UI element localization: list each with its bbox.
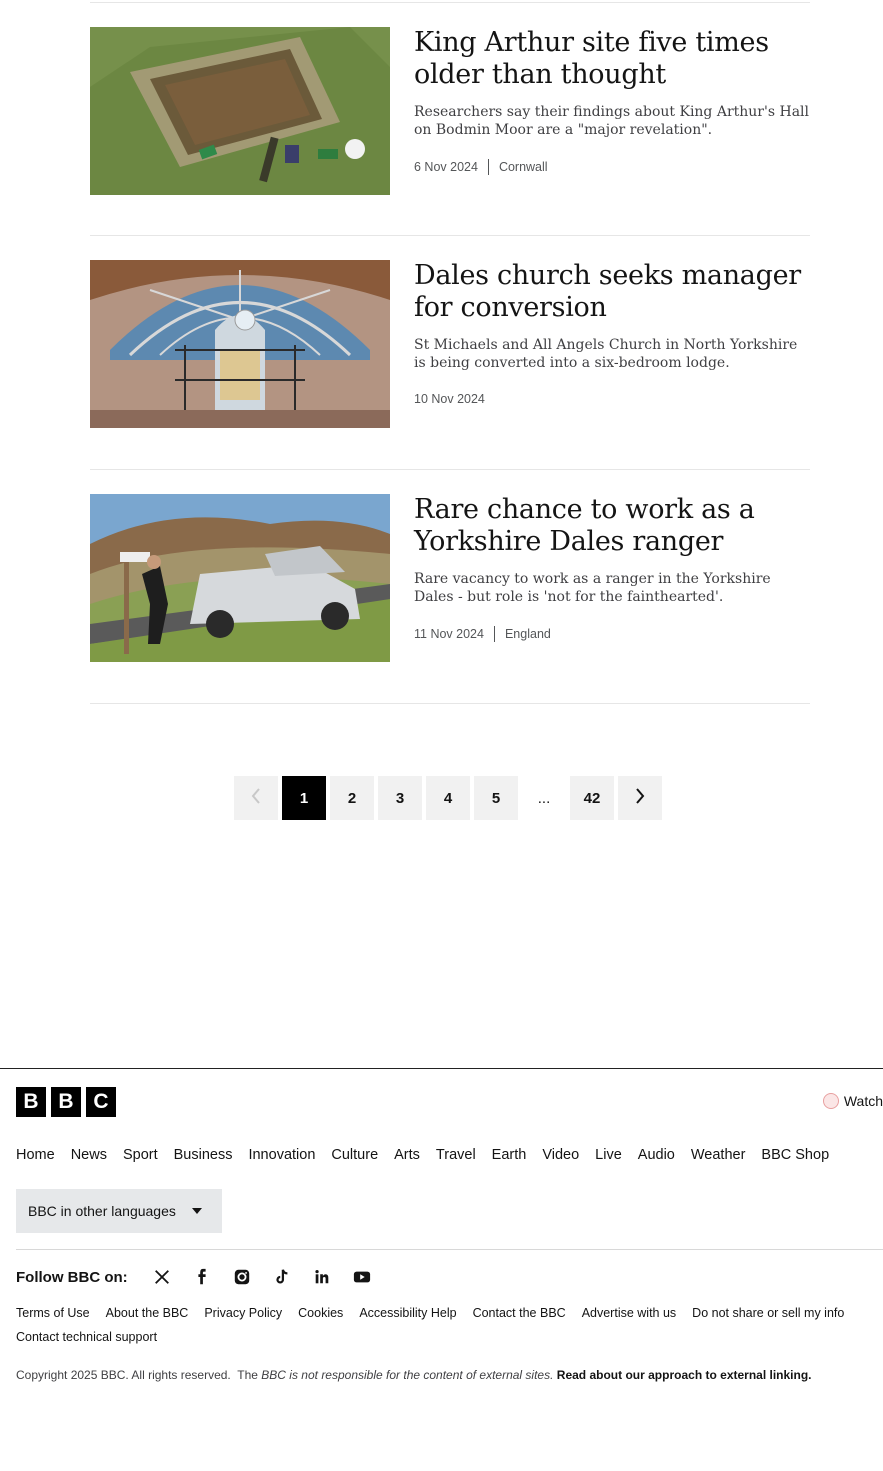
article-headline[interactable]: King Arthur site five times older than t… <box>414 27 810 91</box>
footer-nav-sport[interactable]: Sport <box>123 1147 158 1163</box>
follow-bbc: Follow BBC on: <box>16 1267 372 1287</box>
article-date: 6 Nov 2024 <box>414 160 478 174</box>
legal-link-accessibility[interactable]: Accessibility Help <box>359 1306 456 1320</box>
divider <box>90 469 810 470</box>
copyright-line: Copyright 2025 BBC. All rights reserved.… <box>16 1368 812 1382</box>
footer-nav-audio[interactable]: Audio <box>638 1147 675 1163</box>
next-page-button[interactable] <box>618 776 662 820</box>
external-note: is not responsible for the content of ex… <box>289 1368 554 1382</box>
article-tag[interactable]: England <box>505 627 551 641</box>
logo-letter: C <box>86 1087 116 1117</box>
external-prefix: The <box>237 1368 258 1382</box>
other-languages-dropdown[interactable]: BBC in other languages <box>16 1189 222 1233</box>
youtube-icon[interactable] <box>352 1267 372 1287</box>
article-image-dales-ranger[interactable] <box>90 494 390 662</box>
chevron-right-icon <box>635 788 645 808</box>
x-icon[interactable] <box>152 1267 172 1287</box>
legal-link-technical-support[interactable]: Contact technical support <box>16 1330 157 1344</box>
article-image-dales-church[interactable] <box>90 260 390 428</box>
legal-link-do-not-sell[interactable]: Do not share or sell my info <box>692 1306 844 1320</box>
pagination: 1 2 3 4 5 ... 42 <box>234 776 662 820</box>
previous-page-button[interactable] <box>234 776 278 820</box>
follow-label: Follow BBC on: <box>16 1268 128 1286</box>
footer-nav-innovation[interactable]: Innovation <box>248 1147 315 1163</box>
footer-nav-culture[interactable]: Culture <box>331 1147 378 1163</box>
watch-live-button[interactable]: Watch <box>822 1093 883 1109</box>
social-links <box>152 1267 372 1287</box>
logo-letter: B <box>16 1087 46 1117</box>
footer-nav: Home News Sport Business Innovation Cult… <box>16 1147 829 1163</box>
instagram-icon[interactable] <box>232 1267 252 1287</box>
page-button-1[interactable]: 1 <box>282 776 326 820</box>
watch-label: Watch <box>843 1093 883 1109</box>
external-bbc: BBC <box>261 1368 286 1382</box>
page-button-4[interactable]: 4 <box>426 776 470 820</box>
article-image-king-arthur-hall[interactable] <box>90 27 390 195</box>
footer-nav-home[interactable]: Home <box>16 1147 55 1163</box>
article-headline[interactable]: Dales church seeks manager for conversio… <box>414 260 810 324</box>
article-card[interactable]: King Arthur site five times older than t… <box>90 27 810 197</box>
divider <box>90 703 810 704</box>
footer-nav-live[interactable]: Live <box>595 1147 622 1163</box>
article-summary: Researchers say their findings about Kin… <box>414 104 809 138</box>
meta-separator <box>493 626 495 642</box>
pagination-ellipsis: ... <box>537 789 551 807</box>
footer-nav-travel[interactable]: Travel <box>436 1147 476 1163</box>
article-summary: Rare vacancy to work as a ranger in the … <box>414 571 771 605</box>
divider <box>16 1249 883 1250</box>
footer-nav-business[interactable]: Business <box>174 1147 233 1163</box>
divider <box>90 235 810 236</box>
footer: B B C Watch Home News Sport Business Inn… <box>0 1068 883 1471</box>
article-headline[interactable]: Rare chance to work as a Yorkshire Dales… <box>414 494 810 558</box>
bbc-logo[interactable]: B B C <box>16 1087 116 1117</box>
page-button-2[interactable]: 2 <box>330 776 374 820</box>
footer-nav-earth[interactable]: Earth <box>492 1147 527 1163</box>
article-summary: St Michaels and All Angels Church in Nor… <box>414 337 798 371</box>
footer-nav-arts[interactable]: Arts <box>394 1147 420 1163</box>
footer-nav-video[interactable]: Video <box>542 1147 579 1163</box>
linkedin-icon[interactable] <box>312 1267 332 1287</box>
article-meta: 6 Nov 2024 Cornwall <box>414 159 548 175</box>
article-date: 11 Nov 2024 <box>414 627 484 641</box>
divider <box>90 2 810 3</box>
other-languages-label: BBC in other languages <box>28 1203 176 1219</box>
page-button-last[interactable]: 42 <box>570 776 614 820</box>
article-meta: 11 Nov 2024 England <box>414 626 551 642</box>
footer-nav-bbc-shop[interactable]: BBC Shop <box>761 1147 829 1163</box>
legal-link-about[interactable]: About the BBC <box>106 1306 189 1320</box>
legal-link-advertise[interactable]: Advertise with us <box>582 1306 676 1320</box>
logo-letter: B <box>51 1087 81 1117</box>
live-dot-icon <box>822 1093 839 1109</box>
legal-link-contact[interactable]: Contact the BBC <box>473 1306 566 1320</box>
copyright-text: Copyright 2025 BBC. All rights reserved. <box>16 1368 231 1382</box>
article-date: 10 Nov 2024 <box>414 392 485 406</box>
article-tag[interactable]: Cornwall <box>499 160 548 174</box>
article-card[interactable]: Rare chance to work as a Yorkshire Dales… <box>90 494 810 664</box>
legal-link-privacy[interactable]: Privacy Policy <box>204 1306 282 1320</box>
meta-separator <box>487 159 489 175</box>
page-button-5[interactable]: 5 <box>474 776 518 820</box>
legal-link-terms[interactable]: Terms of Use <box>16 1306 90 1320</box>
article-card[interactable]: Dales church seeks manager for conversio… <box>90 260 810 430</box>
facebook-icon[interactable] <box>192 1267 212 1287</box>
chevron-left-icon <box>251 788 261 808</box>
article-meta: 10 Nov 2024 <box>414 392 485 406</box>
footer-nav-weather[interactable]: Weather <box>691 1147 746 1163</box>
legal-link-cookies[interactable]: Cookies <box>298 1306 343 1320</box>
external-linking-link[interactable]: Read about our approach to external link… <box>557 1368 812 1382</box>
tiktok-icon[interactable] <box>272 1267 292 1287</box>
caret-down-icon <box>191 1208 202 1214</box>
footer-nav-news[interactable]: News <box>71 1147 107 1163</box>
page-button-3[interactable]: 3 <box>378 776 422 820</box>
legal-links: Terms of Use About the BBC Privacy Polic… <box>16 1306 876 1344</box>
